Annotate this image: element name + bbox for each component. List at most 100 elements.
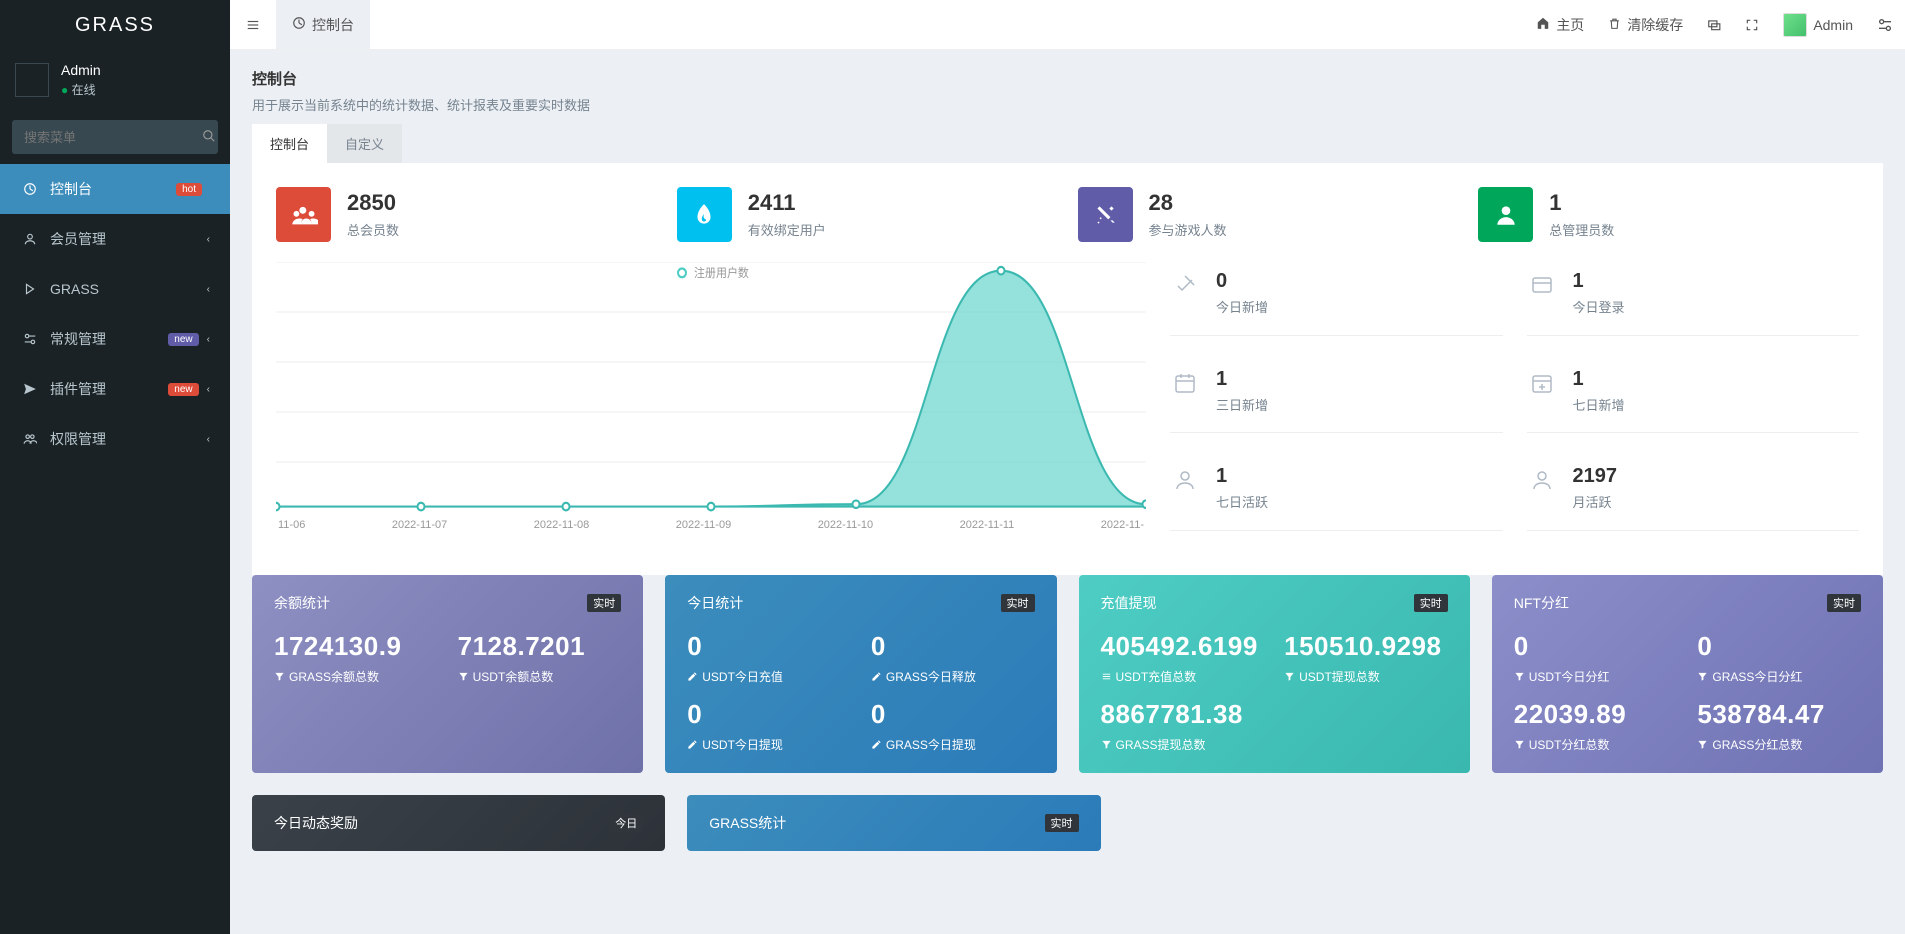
avatar xyxy=(15,63,49,97)
chevron-left-icon: ‹ xyxy=(207,234,210,245)
card-label: USDT今日提现 xyxy=(687,736,851,753)
settings-button[interactable] xyxy=(1865,0,1905,49)
sidebar: GRASS Admin ● 在线 控制台 hot 会员管理 ‹ GRASS ‹ … xyxy=(0,0,230,934)
fullscreen-button[interactable] xyxy=(1733,0,1771,49)
content: 控制台 用于展示当前系统中的统计数据、统计报表及重要实时数据 控制台 自定义 2… xyxy=(230,50,1905,934)
card-value: 0 xyxy=(1514,631,1678,662)
card-value: 7128.7201 xyxy=(458,631,622,662)
realtime-chip: 实时 xyxy=(1001,594,1035,612)
mini-icon xyxy=(1170,368,1200,398)
card-value: 8867781.38 xyxy=(1101,699,1448,730)
nav-item-5[interactable]: 权限管理 ‹ xyxy=(0,414,230,464)
chart-legend: 注册用户数 xyxy=(678,266,749,281)
summary-card: 充值提现 实时 405492.6199 USDT充值总数 150510.9298… xyxy=(1079,575,1470,773)
logo[interactable]: GRASS xyxy=(0,0,230,50)
card-value: 150510.9298 xyxy=(1284,631,1448,662)
search-input[interactable] xyxy=(12,130,200,145)
menu-toggle-button[interactable] xyxy=(230,0,276,49)
card-label: GRASS余额总数 xyxy=(274,668,438,685)
card-label: GRASS分红总数 xyxy=(1697,736,1861,753)
nav-icon xyxy=(20,182,40,196)
topbar: 控制台 主页 清除缓存 Admin xyxy=(230,0,1905,50)
summary-card: 余额统计 实时 1724130.9 GRASS余额总数 7128.7201 US… xyxy=(252,575,643,773)
nav-item-4[interactable]: 插件管理 new ‹ xyxy=(0,364,230,414)
tab-custom[interactable]: 自定义 xyxy=(327,124,402,163)
nav-icon xyxy=(20,232,40,246)
chevron-left-icon: ‹ xyxy=(207,384,210,395)
tile-value: 2850 xyxy=(347,190,399,216)
stat-tile: 28 参与游戏人数 xyxy=(1078,187,1459,242)
tile-label: 总会员数 xyxy=(347,220,399,239)
realtime-chip: 实时 xyxy=(1827,594,1861,612)
mini-stat: 1 今日登录 xyxy=(1527,262,1860,336)
card-value: 0 xyxy=(871,631,1035,662)
mini-stat: 2197 月活跃 xyxy=(1527,457,1860,531)
nav-item-1[interactable]: 会员管理 ‹ xyxy=(0,214,230,264)
card-label: GRASS今日释放 xyxy=(871,668,1035,685)
nav-badge: new xyxy=(168,333,198,346)
user-status: ● 在线 xyxy=(61,81,101,98)
card-value: 0 xyxy=(871,699,1035,730)
card-label: GRASS今日提现 xyxy=(871,736,1035,753)
stat-tile: 1 总管理员数 xyxy=(1478,187,1859,242)
nav-icon xyxy=(20,282,40,296)
card-label: USDT今日充值 xyxy=(687,668,851,685)
realtime-chip: 实时 xyxy=(587,594,621,612)
chevron-left-icon: ‹ xyxy=(207,334,210,345)
mini-icon xyxy=(1170,465,1200,495)
mini-icon xyxy=(1527,465,1557,495)
chevron-left-icon: ‹ xyxy=(207,284,210,295)
tab-console[interactable]: 控制台 xyxy=(252,124,327,163)
card-label: GRASS提现总数 xyxy=(1101,736,1448,753)
nav-item-3[interactable]: 常规管理 new ‹ xyxy=(0,314,230,364)
nav-icon xyxy=(20,432,40,446)
card-label: GRASS今日分红 xyxy=(1697,668,1861,685)
tile-value: 2411 xyxy=(748,190,826,216)
card-value: 0 xyxy=(1697,631,1861,662)
realtime-chip: 实时 xyxy=(1414,594,1448,612)
tile-icon xyxy=(276,187,331,242)
page-header: 控制台 用于展示当前系统中的统计数据、统计报表及重要实时数据 xyxy=(230,50,1905,124)
nav-item-0[interactable]: 控制台 hot xyxy=(0,164,230,214)
mini-icon xyxy=(1170,270,1200,300)
language-button[interactable] xyxy=(1695,0,1733,49)
mini-stats: 0 今日新增 1 今日登录 1 三日新增 1 七日新增 1 七日活跃 2197 … xyxy=(1170,262,1859,531)
avatar-small-icon xyxy=(1783,13,1807,37)
tile-icon xyxy=(1478,187,1533,242)
tab-console[interactable]: 控制台 xyxy=(276,0,370,49)
mini-stat: 0 今日新增 xyxy=(1170,262,1503,336)
card-value: 538784.47 xyxy=(1697,699,1861,730)
card-value: 0 xyxy=(687,699,851,730)
stat-tiles: 2850 总会员数 2411 有效绑定用户 28 参与游戏人数 1 总管理员数 xyxy=(276,187,1859,242)
stat-tile: 2411 有效绑定用户 xyxy=(677,187,1058,242)
tile-value: 28 xyxy=(1149,190,1227,216)
tile-icon xyxy=(1078,187,1133,242)
home-link[interactable]: 主页 xyxy=(1524,0,1596,49)
card-value: 405492.6199 xyxy=(1101,631,1265,662)
registration-chart: 注册用户数 11-062022-11-072022-11-082022-11-0… xyxy=(276,262,1146,531)
card-label: USDT今日分红 xyxy=(1514,668,1678,685)
nav-item-2[interactable]: GRASS ‹ xyxy=(0,264,230,314)
nav-list: 控制台 hot 会员管理 ‹ GRASS ‹ 常规管理 new ‹ 插件管理 n… xyxy=(0,164,230,464)
search-icon[interactable] xyxy=(200,129,218,146)
user-menu[interactable]: Admin xyxy=(1771,0,1865,49)
card-label: USDT分红总数 xyxy=(1514,736,1678,753)
tile-icon xyxy=(677,187,732,242)
nav-icon xyxy=(20,332,40,346)
summary-card: 今日统计 实时 0 USDT今日充值 0 GRASS今日释放 0 USDT今日提… xyxy=(665,575,1056,773)
tile-label: 有效绑定用户 xyxy=(748,220,826,239)
nav-icon xyxy=(20,382,40,396)
summary-card: GRASS统计 实时 xyxy=(687,795,1100,851)
search-box[interactable] xyxy=(12,120,218,154)
clear-cache-button[interactable]: 清除缓存 xyxy=(1596,0,1695,49)
nav-badge: hot xyxy=(176,183,202,196)
card-label: USDT提现总数 xyxy=(1284,668,1448,685)
card-value: 0 xyxy=(687,631,851,662)
mini-stat: 1 七日活跃 xyxy=(1170,457,1503,531)
content-tabs: 控制台 自定义 xyxy=(230,124,1905,163)
stat-tile: 2850 总会员数 xyxy=(276,187,657,242)
page-subtitle: 用于展示当前系统中的统计数据、统计报表及重要实时数据 xyxy=(252,95,1883,114)
user-name: Admin xyxy=(61,62,101,78)
tile-value: 1 xyxy=(1549,190,1614,216)
page-title: 控制台 xyxy=(252,68,1883,89)
